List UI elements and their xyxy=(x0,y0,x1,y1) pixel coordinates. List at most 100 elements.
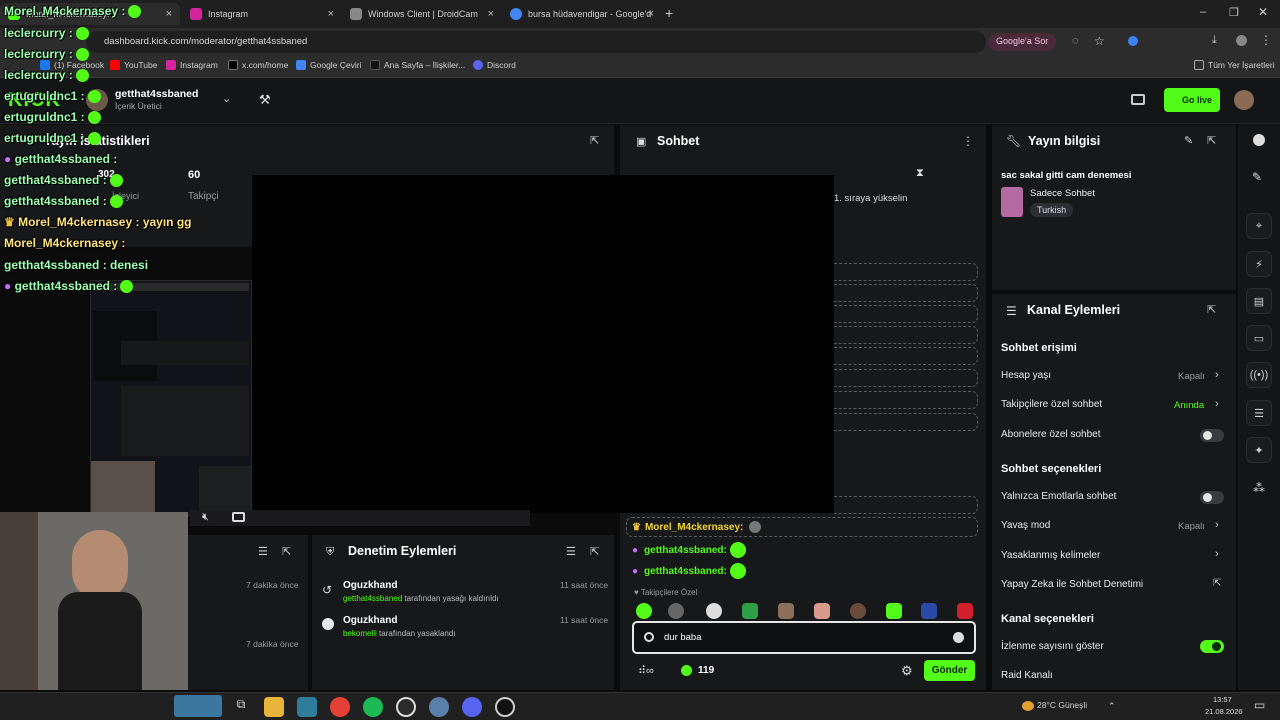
subscribers-only-toggle[interactable] xyxy=(1200,429,1224,442)
clock-time[interactable]: 13:57 xyxy=(1213,695,1232,704)
stack-icon[interactable]: ☰ xyxy=(1246,400,1272,426)
popout-icon[interactable]: ⇱ xyxy=(590,134,599,147)
emote-icon[interactable] xyxy=(706,603,722,619)
popout-icon[interactable]: ⇱ xyxy=(1207,303,1216,316)
lightning-icon[interactable]: ⚡︎ xyxy=(1246,251,1272,277)
emote-icon[interactable] xyxy=(921,603,937,619)
share-icon[interactable]: ⠾∞ xyxy=(638,664,654,677)
banned-words-label[interactable]: Yasaklanmış kelimeler xyxy=(1001,550,1100,561)
file-explorer-icon[interactable] xyxy=(264,697,284,717)
all-bookmarks[interactable]: Tüm Yer İşaretleri xyxy=(1194,60,1275,70)
url-field[interactable]: dashboard.kick.com/moderator/getthat4ssb… xyxy=(86,31,986,53)
app-icon[interactable] xyxy=(495,697,515,717)
emoji-icon[interactable] xyxy=(953,632,964,643)
external-link-icon[interactable]: ⇱ xyxy=(1213,578,1221,589)
chevron-down-icon[interactable]: ⌄ xyxy=(222,92,231,105)
close-icon[interactable]: × xyxy=(488,8,494,20)
tab-google[interactable]: bursa hüdavendigar - Google'd × xyxy=(502,3,662,25)
bookmark-x[interactable]: x.com/home xyxy=(228,60,288,70)
chat-username[interactable]: getthat4ssbaned: xyxy=(644,566,727,577)
discord-icon[interactable] xyxy=(462,697,482,717)
tab-instagram[interactable]: Instagram × xyxy=(182,3,342,25)
chrome-icon[interactable] xyxy=(330,697,350,717)
app-icon[interactable] xyxy=(429,697,449,717)
popout-icon[interactable]: ⇱ xyxy=(1207,134,1216,147)
bookmark-relations[interactable]: Ana Sayfa – İlişkiler... xyxy=(370,60,465,70)
bookmark-google-translate[interactable]: Google Çeviri xyxy=(296,60,362,70)
emote-icon[interactable] xyxy=(668,603,684,619)
chat-bubble-icon[interactable]: ▭ xyxy=(1246,325,1272,351)
category-thumbnail[interactable] xyxy=(1001,187,1023,217)
hammer-icon[interactable]: ⚒ xyxy=(259,92,271,108)
close-icon[interactable]: × xyxy=(166,8,172,20)
wrench-icon[interactable]: ✦ xyxy=(1246,437,1272,463)
mute-icon[interactable]: 🔇︎ xyxy=(202,511,209,524)
chat-username[interactable]: Morel_M4ckernasey: xyxy=(645,522,743,533)
emote-icon[interactable] xyxy=(636,603,652,619)
profile-icon[interactable] xyxy=(1236,35,1247,46)
chevron-right-icon[interactable]: › xyxy=(1215,398,1219,410)
document-icon[interactable]: ▤ xyxy=(1246,288,1272,314)
display-icon[interactable] xyxy=(1131,94,1145,105)
moderator-name[interactable]: Oguzkhand xyxy=(343,615,397,626)
tag-badge[interactable]: Turkish xyxy=(1030,203,1074,217)
maximize-button[interactable]: ❐ xyxy=(1229,6,1239,19)
tab-droidcam[interactable]: Windows Client | DroidCam × xyxy=(342,3,502,25)
new-tab-button[interactable]: + xyxy=(665,5,673,21)
share-nodes-icon[interactable]: ⁂ xyxy=(1253,481,1265,495)
download-icon[interactable]: ⤓ xyxy=(1212,34,1217,47)
popout-icon[interactable]: ⇱ xyxy=(590,545,599,558)
filter-icon[interactable]: ☰ xyxy=(566,545,576,558)
chat-username[interactable]: getthat4ssbaned: xyxy=(644,545,727,556)
emote-icon[interactable] xyxy=(742,603,758,619)
bookmark-youtube[interactable]: YouTube xyxy=(110,60,157,70)
ask-google-button[interactable]: Google'a Sor xyxy=(988,33,1057,51)
menu-kebab-icon[interactable]: ⋮ xyxy=(962,134,974,148)
bookmark-instagram[interactable]: Instagram xyxy=(166,60,218,70)
tray-chevron-icon[interactable]: ⌃ xyxy=(1108,701,1116,712)
bookmark-discord[interactable]: Discord xyxy=(473,60,516,70)
menu-kebab-icon[interactable]: ⋮ xyxy=(1260,33,1272,47)
chat-input[interactable]: dur baba xyxy=(632,621,976,654)
close-icon[interactable]: × xyxy=(648,8,654,20)
target-user[interactable]: getthat4ssbaned xyxy=(343,594,402,603)
popout-icon[interactable]: ⇱ xyxy=(282,545,291,558)
moderator-name[interactable]: Oguzkhand xyxy=(343,580,397,591)
camera-icon[interactable] xyxy=(232,512,245,522)
minimize-button[interactable]: – xyxy=(1200,6,1206,18)
show-viewcount-toggle[interactable] xyxy=(1200,640,1224,653)
edit-icon[interactable]: ✎ xyxy=(1184,134,1193,147)
filter-icon[interactable]: ☰ xyxy=(258,545,268,558)
send-button[interactable]: Gönder xyxy=(924,660,975,681)
target-icon[interactable]: ⌖ xyxy=(1246,213,1272,239)
category-name[interactable]: Sadece Sohbet xyxy=(1030,188,1095,199)
chevron-right-icon[interactable]: › xyxy=(1215,519,1219,531)
clock-date[interactable]: 21.08.2026 xyxy=(1205,707,1243,716)
notification-icon[interactable]: ▭ xyxy=(1254,698,1265,712)
go-live-button[interactable]: Go live xyxy=(1164,88,1220,112)
chevron-right-icon[interactable]: › xyxy=(1215,369,1219,381)
emote-icon[interactable] xyxy=(778,603,794,619)
user-avatar[interactable] xyxy=(1234,90,1254,110)
followers-only-chat-value[interactable]: Anında xyxy=(1174,400,1204,411)
bookmark-star-icon[interactable]: ☆ xyxy=(1094,34,1105,48)
extension-icon[interactable] xyxy=(1128,36,1138,46)
gear-icon[interactable]: ⚙ xyxy=(901,663,913,679)
eye-off-icon[interactable]: ◌ xyxy=(1072,35,1079,47)
emote-only-toggle[interactable] xyxy=(1200,491,1224,504)
info-icon[interactable] xyxy=(1253,134,1265,146)
broadcast-icon[interactable]: ((•)) xyxy=(1246,362,1272,388)
emote-icon[interactable] xyxy=(814,603,830,619)
account-age-value[interactable]: Kapalı xyxy=(1178,371,1205,382)
emote-icon[interactable] xyxy=(886,603,902,619)
ai-moderation-label[interactable]: Yapay Zeka ile Sohbet Denetimi xyxy=(1001,579,1143,590)
taskbar-widget-thumbnail[interactable] xyxy=(174,695,222,717)
slow-mode-value[interactable]: Kapalı xyxy=(1178,521,1205,532)
emote-icon[interactable] xyxy=(850,603,866,619)
target-user[interactable]: bekomelli xyxy=(343,629,377,638)
pencil-icon[interactable]: ✎ xyxy=(1252,170,1262,184)
app-icon[interactable] xyxy=(297,697,317,717)
task-view-icon[interactable]: ⧉ xyxy=(231,697,251,717)
emote-icon[interactable] xyxy=(957,603,973,619)
close-window-button[interactable]: ✕ xyxy=(1258,5,1268,19)
